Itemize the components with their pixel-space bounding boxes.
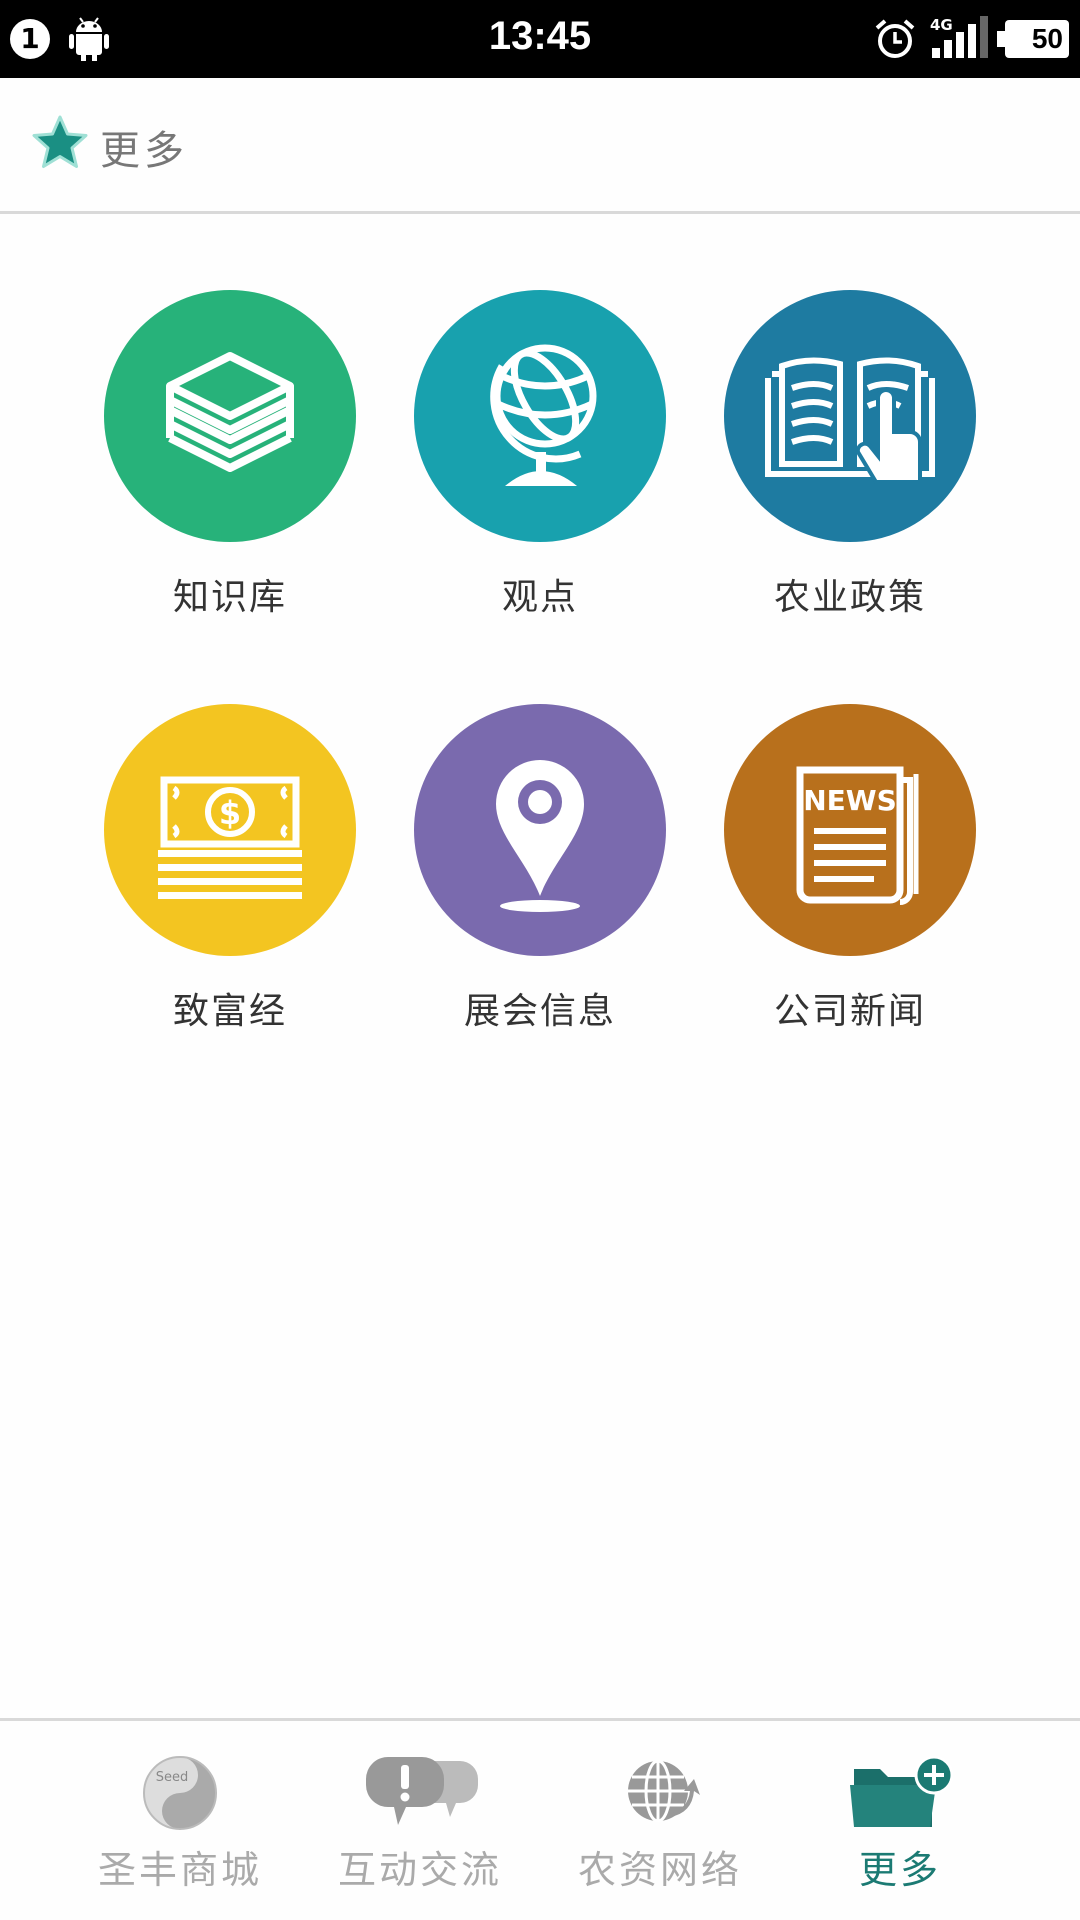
- nav-item-agri-network[interactable]: 农资网络: [540, 1721, 780, 1920]
- tile-label: 观点: [501, 577, 578, 618]
- svg-text:$: $: [219, 794, 241, 832]
- seed-logo-icon: Seed: [143, 1756, 217, 1830]
- nav-item-mall[interactable]: Seed 圣丰商城: [60, 1721, 300, 1920]
- tile-circle: NEWS: [724, 704, 976, 956]
- book-stack-icon: [166, 352, 294, 472]
- location-pin-icon: [496, 760, 584, 912]
- signal-icon: [932, 16, 988, 58]
- tile-circle: [724, 290, 976, 542]
- tile-get-rich[interactable]: $ 致富经: [80, 704, 380, 1064]
- star-icon: [32, 115, 88, 168]
- page-title: 更多: [100, 128, 188, 174]
- tile-exhibition-info[interactable]: 展会信息: [390, 704, 690, 1064]
- tile-label: 知识库: [172, 577, 287, 618]
- tile-circle: [104, 290, 356, 542]
- globe-network-icon: [628, 1759, 700, 1823]
- status-bar: 1 13:45 4G 50: [0, 0, 1080, 78]
- tile-label: 致富经: [172, 991, 287, 1032]
- alarm-icon: [875, 19, 915, 58]
- battery-level: 50: [997, 20, 1069, 58]
- app-header: 更多: [0, 78, 1080, 214]
- news-label: NEWS: [803, 784, 897, 817]
- nav-label: 更多: [858, 1848, 941, 1892]
- chat-bubbles-icon: [366, 1757, 478, 1825]
- tile-label: 展会信息: [463, 991, 616, 1032]
- folder-add-icon: [850, 1755, 954, 1827]
- nav-label: 圣丰商城: [97, 1848, 262, 1892]
- tile-knowledge-base[interactable]: 知识库: [80, 290, 380, 650]
- tile-circle: [414, 704, 666, 956]
- nav-item-interaction[interactable]: 互动交流: [300, 1721, 540, 1920]
- money-stack-icon: $: [158, 776, 302, 899]
- clock: 13:45: [488, 14, 592, 58]
- newspaper-icon: NEWS: [796, 766, 919, 905]
- tile-circle: [414, 290, 666, 542]
- nav-item-more[interactable]: 更多: [780, 1721, 1020, 1920]
- tile-label: 农业政策: [773, 577, 926, 618]
- tile-company-news[interactable]: NEWS 公司新闻: [700, 704, 1000, 1064]
- seed-text: Seed: [156, 1770, 189, 1785]
- tile-circle: $: [104, 704, 356, 956]
- open-book-touch-icon: [765, 357, 935, 484]
- tile-viewpoints[interactable]: 观点: [390, 290, 690, 650]
- tile-label: 公司新闻: [773, 991, 926, 1032]
- nav-label: 互动交流: [337, 1848, 502, 1892]
- tile-agri-policy[interactable]: 农业政策: [700, 290, 1000, 650]
- globe-icon: [490, 344, 597, 486]
- nav-label: 农资网络: [577, 1848, 742, 1892]
- bottom-nav: Seed 圣丰商城 互动交流 农资网络 更多: [0, 1718, 1080, 1920]
